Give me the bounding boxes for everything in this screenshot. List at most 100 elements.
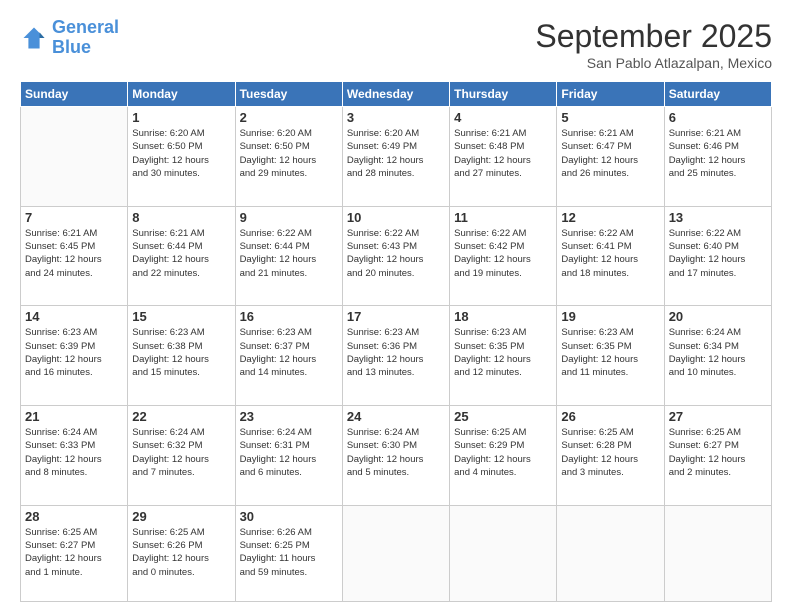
calendar-cell: 1Sunrise: 6:20 AM Sunset: 6:50 PM Daylig…: [128, 107, 235, 207]
weekday-header-row: SundayMondayTuesdayWednesdayThursdayFrid…: [21, 82, 772, 107]
calendar-cell: 23 Sunrise: 6:24 AM Sunset: 6:31 PM Dayli…: [235, 406, 342, 506]
day-number: 14: [25, 309, 123, 324]
calendar-cell: 5 Sunrise: 6:21 AM Sunset: 6:47 PM Daylig…: [557, 107, 664, 207]
calendar: SundayMondayTuesdayWednesdayThursdayFrid…: [20, 81, 772, 602]
calendar-cell: 25 Sunrise: 6:25 AM Sunset: 6:29 PM Dayli…: [450, 406, 557, 506]
day-info: Sunrise: 6:22 AM Sunset: 6:41 PM Dayligh…: [561, 227, 659, 280]
calendar-cell: 4Sunrise: 6:21 AM Sunset: 6:48 PM Daylig…: [450, 107, 557, 207]
location-subtitle: San Pablo Atlazalpan, Mexico: [535, 55, 772, 71]
day-number: 24: [347, 409, 445, 424]
logo-line1: General: [52, 17, 119, 37]
calendar-cell: 11 Sunrise: 6:22 AM Sunset: 6:42 PM Dayli…: [450, 206, 557, 306]
day-number: 15: [132, 309, 230, 324]
day-info: Sunrise: 6:23 AM Sunset: 6:38 PM Dayligh…: [132, 326, 230, 379]
calendar-cell: 18 Sunrise: 6:23 AM Sunset: 6:35 PM Dayli…: [450, 306, 557, 406]
day-info: Sunrise: 6:23 AM Sunset: 6:35 PM Dayligh…: [454, 326, 552, 379]
day-number: 5: [561, 110, 659, 125]
day-info: Sunrise: 6:21 AM Sunset: 6:46 PM Dayligh…: [669, 127, 767, 180]
calendar-cell: 21 Sunrise: 6:24 AM Sunset: 6:33 PM Dayli…: [21, 406, 128, 506]
header: General Blue September 2025 San Pablo At…: [20, 18, 772, 71]
logo-line2: Blue: [52, 37, 91, 57]
day-info: Sunrise: 6:21 AM Sunset: 6:44 PM Dayligh…: [132, 227, 230, 280]
calendar-cell: 12Sunrise: 6:22 AM Sunset: 6:41 PM Dayli…: [557, 206, 664, 306]
logo-text: General Blue: [52, 18, 119, 58]
day-number: 9: [240, 210, 338, 225]
calendar-week-1: 1Sunrise: 6:20 AM Sunset: 6:50 PM Daylig…: [21, 107, 772, 207]
calendar-cell: 27Sunrise: 6:25 AM Sunset: 6:27 PM Dayli…: [664, 406, 771, 506]
day-info: Sunrise: 6:25 AM Sunset: 6:26 PM Dayligh…: [132, 526, 230, 579]
day-number: 8: [132, 210, 230, 225]
day-number: 17: [347, 309, 445, 324]
calendar-cell: 14 Sunrise: 6:23 AM Sunset: 6:39 PM Dayli…: [21, 306, 128, 406]
title-block: September 2025 San Pablo Atlazalpan, Mex…: [535, 18, 772, 71]
day-number: 20: [669, 309, 767, 324]
calendar-cell: 24Sunrise: 6:24 AM Sunset: 6:30 PM Dayli…: [342, 406, 449, 506]
weekday-header-tuesday: Tuesday: [235, 82, 342, 107]
calendar-cell: [342, 505, 449, 601]
calendar-cell: 6 Sunrise: 6:21 AM Sunset: 6:46 PM Daylig…: [664, 107, 771, 207]
day-number: 27: [669, 409, 767, 424]
day-number: 3: [347, 110, 445, 125]
day-info: Sunrise: 6:25 AM Sunset: 6:29 PM Dayligh…: [454, 426, 552, 479]
day-number: 6: [669, 110, 767, 125]
day-info: Sunrise: 6:20 AM Sunset: 6:49 PM Dayligh…: [347, 127, 445, 180]
page: General Blue September 2025 San Pablo At…: [0, 0, 792, 612]
calendar-cell: 19Sunrise: 6:23 AM Sunset: 6:35 PM Dayli…: [557, 306, 664, 406]
day-number: 21: [25, 409, 123, 424]
day-info: Sunrise: 6:23 AM Sunset: 6:39 PM Dayligh…: [25, 326, 123, 379]
weekday-header-monday: Monday: [128, 82, 235, 107]
day-number: 16: [240, 309, 338, 324]
day-number: 2: [240, 110, 338, 125]
calendar-cell: [557, 505, 664, 601]
calendar-cell: 10Sunrise: 6:22 AM Sunset: 6:43 PM Dayli…: [342, 206, 449, 306]
day-info: Sunrise: 6:26 AM Sunset: 6:25 PM Dayligh…: [240, 526, 338, 579]
day-info: Sunrise: 6:23 AM Sunset: 6:37 PM Dayligh…: [240, 326, 338, 379]
weekday-header-friday: Friday: [557, 82, 664, 107]
weekday-header-sunday: Sunday: [21, 82, 128, 107]
day-number: 19: [561, 309, 659, 324]
month-title: September 2025: [535, 18, 772, 55]
day-info: Sunrise: 6:25 AM Sunset: 6:28 PM Dayligh…: [561, 426, 659, 479]
calendar-cell: 29Sunrise: 6:25 AM Sunset: 6:26 PM Dayli…: [128, 505, 235, 601]
day-info: Sunrise: 6:22 AM Sunset: 6:43 PM Dayligh…: [347, 227, 445, 280]
day-number: 7: [25, 210, 123, 225]
logo: General Blue: [20, 18, 119, 58]
day-info: Sunrise: 6:21 AM Sunset: 6:45 PM Dayligh…: [25, 227, 123, 280]
calendar-cell: [664, 505, 771, 601]
calendar-cell: 8 Sunrise: 6:21 AM Sunset: 6:44 PM Daylig…: [128, 206, 235, 306]
calendar-cell: 16 Sunrise: 6:23 AM Sunset: 6:37 PM Dayli…: [235, 306, 342, 406]
day-info: Sunrise: 6:24 AM Sunset: 6:32 PM Dayligh…: [132, 426, 230, 479]
weekday-header-thursday: Thursday: [450, 82, 557, 107]
weekday-header-saturday: Saturday: [664, 82, 771, 107]
day-info: Sunrise: 6:24 AM Sunset: 6:33 PM Dayligh…: [25, 426, 123, 479]
day-number: 23: [240, 409, 338, 424]
calendar-cell: 13Sunrise: 6:22 AM Sunset: 6:40 PM Dayli…: [664, 206, 771, 306]
day-info: Sunrise: 6:23 AM Sunset: 6:36 PM Dayligh…: [347, 326, 445, 379]
calendar-cell: [21, 107, 128, 207]
calendar-cell: 30Sunrise: 6:26 AM Sunset: 6:25 PM Dayli…: [235, 505, 342, 601]
logo-icon: [20, 24, 48, 52]
calendar-cell: 2Sunrise: 6:20 AM Sunset: 6:50 PM Daylig…: [235, 107, 342, 207]
day-number: 26: [561, 409, 659, 424]
calendar-cell: [450, 505, 557, 601]
day-info: Sunrise: 6:22 AM Sunset: 6:42 PM Dayligh…: [454, 227, 552, 280]
day-number: 18: [454, 309, 552, 324]
day-number: 25: [454, 409, 552, 424]
calendar-cell: 15 Sunrise: 6:23 AM Sunset: 6:38 PM Dayli…: [128, 306, 235, 406]
day-info: Sunrise: 6:24 AM Sunset: 6:31 PM Dayligh…: [240, 426, 338, 479]
calendar-week-4: 21 Sunrise: 6:24 AM Sunset: 6:33 PM Dayli…: [21, 406, 772, 506]
calendar-cell: 28Sunrise: 6:25 AM Sunset: 6:27 PM Dayli…: [21, 505, 128, 601]
calendar-week-3: 14 Sunrise: 6:23 AM Sunset: 6:39 PM Dayli…: [21, 306, 772, 406]
calendar-cell: 26 Sunrise: 6:25 AM Sunset: 6:28 PM Dayli…: [557, 406, 664, 506]
calendar-week-2: 7 Sunrise: 6:21 AM Sunset: 6:45 PM Daylig…: [21, 206, 772, 306]
calendar-cell: 17 Sunrise: 6:23 AM Sunset: 6:36 PM Dayli…: [342, 306, 449, 406]
day-info: Sunrise: 6:25 AM Sunset: 6:27 PM Dayligh…: [25, 526, 123, 579]
day-number: 11: [454, 210, 552, 225]
day-info: Sunrise: 6:21 AM Sunset: 6:47 PM Dayligh…: [561, 127, 659, 180]
day-number: 4: [454, 110, 552, 125]
calendar-cell: 22 Sunrise: 6:24 AM Sunset: 6:32 PM Dayli…: [128, 406, 235, 506]
day-info: Sunrise: 6:20 AM Sunset: 6:50 PM Dayligh…: [132, 127, 230, 180]
calendar-cell: 7 Sunrise: 6:21 AM Sunset: 6:45 PM Daylig…: [21, 206, 128, 306]
day-info: Sunrise: 6:24 AM Sunset: 6:34 PM Dayligh…: [669, 326, 767, 379]
day-number: 22: [132, 409, 230, 424]
